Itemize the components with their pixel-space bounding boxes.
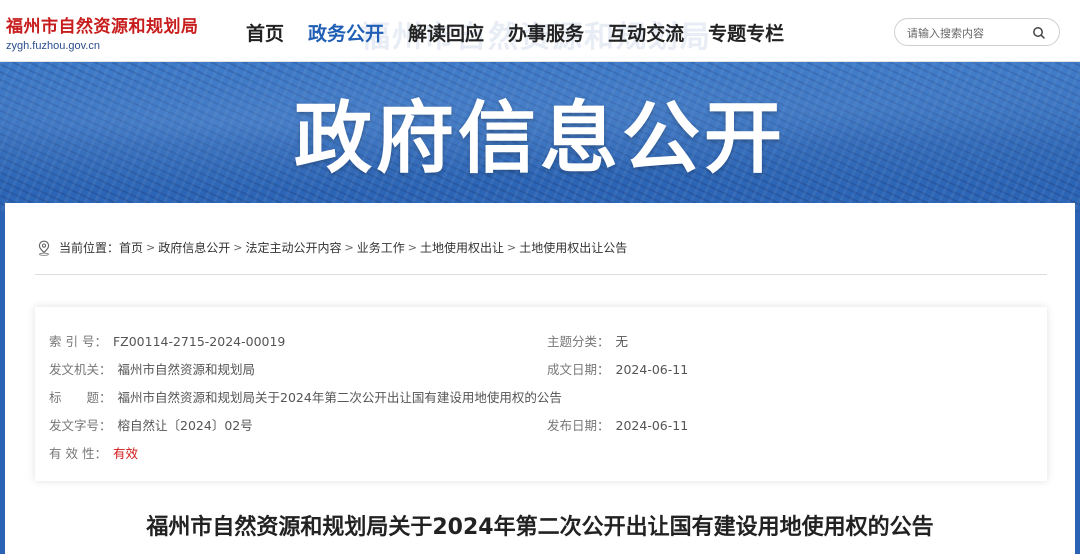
search-input[interactable] [907, 24, 1027, 42]
logo-title: 福州市自然资源和规划局 [6, 17, 199, 37]
nav-item-home[interactable]: 首页 [246, 19, 284, 46]
article-title: 福州市自然资源和规划局关于2024年第二次公开出让国有建设用地使用权的公告 [146, 515, 934, 540]
location-pin-icon [38, 240, 50, 256]
meta-index-value: FZ00114-2715-2024-00019 [112, 334, 286, 349]
breadcrumb: 当前位置： 首页 > 政府信息公开 > 法定主动公开内容 > 业务工作 > 土地… [37, 239, 627, 256]
meta-created-row: 成文日期： 2024-06-11 [547, 359, 688, 378]
breadcrumb-separator: > [233, 241, 243, 254]
main-nav: 首页 政务公开 解读回应 办事服务 互动交流 专题专栏 [246, 19, 784, 46]
meta-docno-value: 榕自然让〔2024〕02号 [117, 418, 253, 433]
meta-topic-row: 主题分类： 无 [547, 331, 628, 350]
meta-created-label: 成文日期： [547, 362, 610, 377]
meta-validity-value: 有效 [112, 446, 138, 461]
search-icon[interactable] [1031, 25, 1047, 41]
meta-validity-row: 有 效 性： 有效 [49, 443, 138, 462]
meta-published-row: 发布日期： 2024-06-11 [547, 415, 688, 434]
meta-issuer-row: 发文机关： 福州市自然资源和规划局 [49, 359, 255, 378]
meta-docno-row: 发文字号： 榕自然让〔2024〕02号 [49, 415, 253, 434]
breadcrumb-land-transfer-notice[interactable]: 土地使用权出让公告 [519, 239, 627, 256]
meta-title-row: 标 题： 福州市自然资源和规划局关于2024年第二次公开出让国有建设用地使用权的公… [49, 387, 562, 406]
hero-banner: 政府信息公开 [0, 62, 1080, 212]
content-card: 当前位置： 首页 > 政府信息公开 > 法定主动公开内容 > 业务工作 > 土地… [5, 203, 1075, 554]
banner-title: 政府信息公开 [293, 94, 786, 184]
meta-index-row: 索 引 号： FZ00114-2715-2024-00019 [49, 331, 285, 350]
search-box [894, 18, 1060, 46]
logo-domain: zygh.fuzhou.gov.cn [6, 40, 100, 52]
meta-docno-label: 发文字号： [49, 418, 112, 433]
breadcrumb-business-work[interactable]: 业务工作 [357, 239, 405, 256]
breadcrumb-prefix: 当前位置： [59, 241, 120, 255]
breadcrumb-land-transfer[interactable]: 土地使用权出让 [420, 239, 504, 256]
breadcrumb-separator: > [506, 241, 517, 254]
nav-item-government-affairs[interactable]: 政务公开 [308, 19, 384, 46]
nav-item-services[interactable]: 办事服务 [508, 19, 584, 46]
breadcrumb-home[interactable]: 首页 [119, 239, 143, 256]
meta-title-label: 标 题： [49, 390, 112, 405]
meta-topic-label: 主题分类： [547, 334, 610, 349]
meta-published-value: 2024-06-11 [615, 418, 689, 433]
meta-published-label: 发布日期： [547, 418, 610, 433]
breadcrumb-separator: > [146, 241, 156, 254]
breadcrumb-separator: > [344, 241, 354, 254]
nav-item-interaction[interactable]: 互动交流 [608, 19, 684, 46]
meta-issuer-value: 福州市自然资源和规划局 [117, 362, 256, 377]
document-metadata-panel: 索 引 号： FZ00114-2715-2024-00019 主题分类： 无 发文机… [35, 307, 1047, 481]
nav-item-special-topics[interactable]: 专题专栏 [708, 19, 784, 46]
site-logo[interactable]: 福州市自然资源和规划局 zygh.fuzhou.gov.cn [6, 12, 199, 52]
meta-created-value: 2024-06-11 [615, 362, 689, 377]
meta-index-label: 索 引 号： [49, 334, 107, 349]
meta-validity-label: 有 效 性： [49, 446, 107, 461]
site-header: 福州市自然资源和规划局 zygh.fuzhou.gov.cn 福州市自然资源和规… [0, 0, 1080, 62]
meta-title-value: 福州市自然资源和规划局关于2024年第二次公开出让国有建设用地使用权的公告 [117, 390, 562, 405]
breadcrumb-divider [35, 274, 1047, 275]
meta-issuer-label: 发文机关： [49, 362, 112, 377]
breadcrumb-statutory-content[interactable]: 法定主动公开内容 [245, 239, 341, 256]
breadcrumb-gov-info[interactable]: 政府信息公开 [158, 239, 230, 256]
nav-item-interpretation[interactable]: 解读回应 [408, 19, 484, 46]
meta-topic-value: 无 [615, 334, 629, 349]
breadcrumb-separator: > [407, 241, 417, 254]
